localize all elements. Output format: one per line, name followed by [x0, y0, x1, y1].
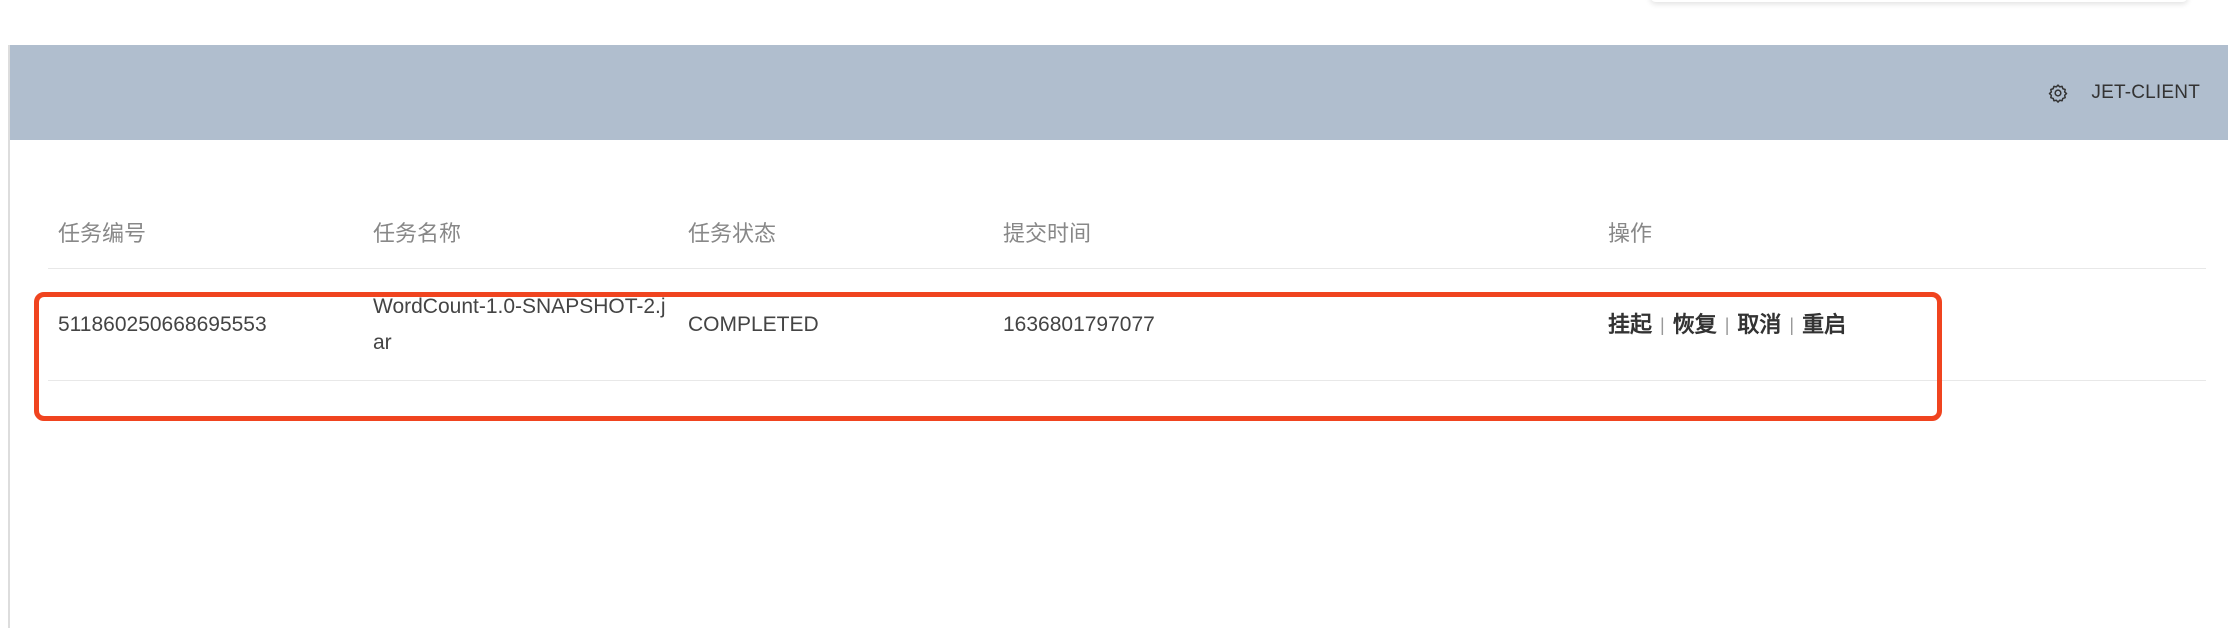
suspend-link[interactable]: 挂起 [1608, 307, 1652, 343]
task-name-cell: WordCount-1.0-SNAPSHOT-2.jar [373, 269, 673, 380]
table-header: 任务编号 任务名称 任务状态 提交时间 操作 [48, 195, 2206, 269]
column-header-task-id: 任务编号 [58, 220, 147, 246]
resume-link[interactable]: 恢复 [1673, 307, 1717, 343]
task-status-cell: COMPLETED [688, 312, 819, 336]
submit-time-cell: 1636801797077 [1003, 312, 1155, 336]
action-separator: | [1789, 314, 1795, 335]
column-header-task-name: 任务名称 [373, 220, 462, 246]
main-frame: JET-CLIENT 任务编号 任务名称 任务状态 提交时间 操作 511860… [8, 45, 2228, 628]
restart-link[interactable]: 重启 [1802, 307, 1846, 343]
task-table: 任务编号 任务名称 任务状态 提交时间 操作 51186025066869555… [48, 195, 2206, 381]
action-separator: | [1660, 314, 1665, 335]
action-separator: | [1724, 314, 1730, 335]
task-name-text: WordCount-1.0-SNAPSHOT-2.jar [373, 294, 666, 354]
column-header-task-status: 任务状态 [688, 220, 777, 246]
action-links: 挂起 | 恢复 | 取消 | 重启 [1608, 307, 1846, 343]
actions-cell: 挂起 | 恢复 | 取消 | 重启 [1608, 269, 1846, 380]
column-header-submit-time: 提交时间 [1003, 220, 1092, 246]
popup-edge [1650, 0, 2188, 2]
task-id-cell: 511860250668695553 [58, 312, 267, 336]
cancel-link[interactable]: 取消 [1737, 307, 1781, 343]
top-header: JET-CLIENT [10, 45, 2228, 140]
header-right: JET-CLIENT [2047, 45, 2200, 140]
table-row: 511860250668695553 WordCount-1.0-SNAPSHO… [48, 269, 2206, 381]
gear-icon[interactable] [2047, 82, 2069, 104]
column-header-actions: 操作 [1608, 220, 1653, 246]
client-name[interactable]: JET-CLIENT [2091, 82, 2200, 104]
